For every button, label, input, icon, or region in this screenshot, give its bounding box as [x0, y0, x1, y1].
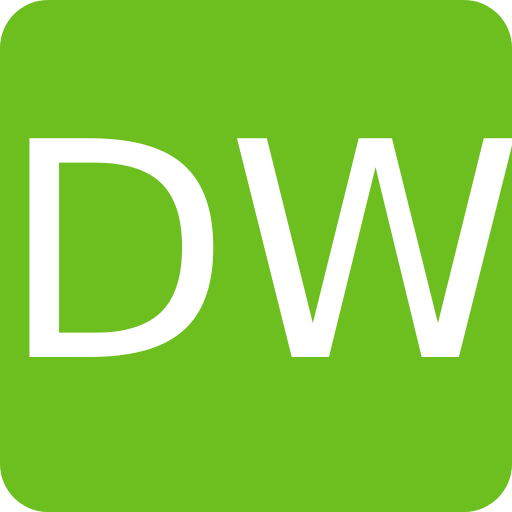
dw-app-icon[interactable]: DW — [0, 0, 512, 512]
icon-label: DW — [0, 79, 512, 428]
